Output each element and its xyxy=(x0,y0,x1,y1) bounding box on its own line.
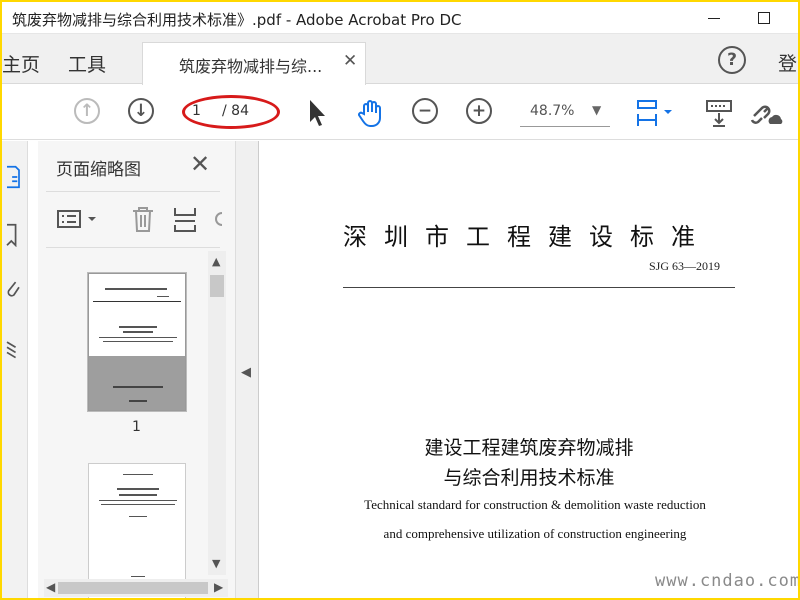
arrow-up-icon: ↑ xyxy=(74,98,100,124)
next-page-button[interactable]: ↓ xyxy=(128,98,158,128)
standard-title: 深圳市工程建设标准 xyxy=(343,223,712,251)
minimize-icon xyxy=(708,17,720,19)
options-menu-icon xyxy=(57,210,96,228)
english-title-line-1: Technical standard for construction & de… xyxy=(364,497,706,512)
page-fit-button[interactable] xyxy=(634,98,680,128)
scroll-down-icon[interactable]: ▼ xyxy=(212,557,220,570)
thumbnail-text xyxy=(123,474,153,475)
hand-icon xyxy=(358,100,381,127)
scroll-up-icon[interactable]: ▲ xyxy=(212,255,220,268)
acrobat-window: 筑废弃物减排与综合利用技术标准》.pdf - Adobe Acrobat Pro… xyxy=(2,2,798,598)
thumbnail-text xyxy=(99,500,177,501)
thumbnail-rule xyxy=(93,301,181,302)
tab-bar: 主页 工具 筑废弃物减排与综... ✕ ? 登 xyxy=(2,34,798,85)
page-thumbnail-2[interactable] xyxy=(88,463,186,598)
thumbnail-text xyxy=(129,516,147,517)
help-icon[interactable]: ? xyxy=(718,46,746,74)
chevron-down-icon: ▼ xyxy=(592,103,602,117)
tab-home[interactable]: 主页 xyxy=(2,50,40,77)
zoom-out-button[interactable]: − xyxy=(412,98,442,128)
thumbnail-text xyxy=(105,288,167,290)
thumbnail-text xyxy=(117,488,159,490)
trash-icon xyxy=(133,207,153,232)
scrollbar-thumb[interactable] xyxy=(210,275,224,297)
zoom-value: 48.7% xyxy=(530,103,575,119)
zoom-dropdown[interactable]: 48.7% ▼ xyxy=(520,99,610,127)
document-page: 深圳市工程建设标准 SJG 63—2019 建设工程建筑废弃物减排 与综合利用技… xyxy=(258,141,798,598)
close-panel-icon[interactable]: ✕ xyxy=(190,150,210,178)
minus-icon: − xyxy=(412,98,438,124)
maximize-icon xyxy=(758,12,770,24)
scroll-left-icon[interactable]: ◀ xyxy=(46,580,55,594)
thumbnail-page-number: 1 xyxy=(132,419,141,435)
page-thumbnails-icon[interactable] xyxy=(4,165,22,189)
scroll-mode-button[interactable] xyxy=(704,98,734,128)
delete-pages-button[interactable] xyxy=(130,205,156,233)
signin-button[interactable]: 登 xyxy=(778,49,797,76)
rotate-icon xyxy=(215,212,223,226)
window-title: 筑废弃物减排与综合利用技术标准》.pdf - Adobe Acrobat Pro… xyxy=(12,11,462,29)
panel-divider xyxy=(46,191,220,192)
thumbnail-text xyxy=(113,386,163,388)
thumbnail-text xyxy=(123,331,153,333)
title-rule xyxy=(343,287,735,288)
standard-code: SJG 63—2019 xyxy=(649,259,721,273)
panel-divider xyxy=(46,247,220,248)
panel-collapse-gutter: ◀ xyxy=(236,141,258,598)
select-tool-button[interactable] xyxy=(306,98,336,128)
arrow-down-icon: ↓ xyxy=(128,98,154,124)
insert-pages-button[interactable] xyxy=(172,205,198,233)
title-bar: 筑废弃物减排与综合利用技术标准》.pdf - Adobe Acrobat Pro… xyxy=(2,2,798,34)
thumbnail-text xyxy=(129,400,147,402)
site-watermark: www.cndao.com xyxy=(655,571,798,591)
highlight-ellipse-annotation xyxy=(182,95,280,129)
insert-page-icon xyxy=(174,208,196,232)
maximize-button[interactable] xyxy=(744,6,784,30)
panel-title: 页面缩略图 xyxy=(56,160,141,180)
close-tab-icon[interactable]: ✕ xyxy=(343,51,357,71)
toolbar: ↑ ↓ 1 / 84 − + 48.7% ▼ xyxy=(2,85,798,140)
minimize-button[interactable] xyxy=(694,6,734,30)
chinese-title-line-2: 与综合利用技术标准 xyxy=(443,467,615,489)
scroll-right-icon[interactable]: ▶ xyxy=(214,580,223,594)
collapse-panel-icon[interactable]: ◀ xyxy=(241,365,251,380)
thumbnail-text xyxy=(103,341,173,342)
share-link-button[interactable] xyxy=(748,98,788,128)
link-cloud-icon xyxy=(750,105,783,124)
page-thumbnail-1[interactable] xyxy=(88,273,186,411)
tab-tools[interactable]: 工具 xyxy=(68,50,106,77)
left-navigation-strip xyxy=(2,141,28,598)
attachment-icon[interactable] xyxy=(4,277,22,301)
plus-icon: + xyxy=(466,98,492,124)
chinese-title-line-1: 建设工程建筑废弃物减排 xyxy=(424,437,634,459)
thumbnail-text xyxy=(99,337,177,338)
hand-tool-button[interactable] xyxy=(356,98,386,128)
document-tab-label: 筑废弃物减排与综... xyxy=(179,57,323,76)
keyboard-scroll-icon xyxy=(706,100,732,127)
zoom-in-button[interactable]: + xyxy=(466,98,496,128)
previous-page-button[interactable]: ↑ xyxy=(74,98,104,128)
fit-page-icon xyxy=(637,100,672,126)
cursor-arrow-icon xyxy=(310,100,325,126)
thumbnail-text xyxy=(131,576,145,577)
page-thumbnails-panel: 页面缩略图 ✕ 1 ▲ ▼ ◀ ▶ xyxy=(38,141,236,598)
thumbnail-text xyxy=(119,494,157,496)
bookmark-icon[interactable] xyxy=(4,223,22,247)
layers-icon[interactable] xyxy=(4,337,22,361)
tab-document[interactable]: 筑废弃物减排与综... ✕ xyxy=(142,42,366,85)
english-title-line-2: and comprehensive utilization of constru… xyxy=(383,526,687,541)
thumbnail-text xyxy=(157,296,169,297)
scrollbar-thumb[interactable] xyxy=(58,582,208,594)
thumbnail-options-button[interactable] xyxy=(56,205,100,233)
thumbnail-text xyxy=(101,504,175,505)
rotate-pages-button[interactable] xyxy=(212,205,224,233)
thumbnail-text xyxy=(119,326,157,328)
thumbnail-horizontal-scrollbar[interactable]: ◀ ▶ xyxy=(44,579,228,597)
thumbnail-list: 1 xyxy=(38,249,234,598)
thumbnail-vertical-scrollbar[interactable]: ▲ ▼ xyxy=(208,251,226,575)
